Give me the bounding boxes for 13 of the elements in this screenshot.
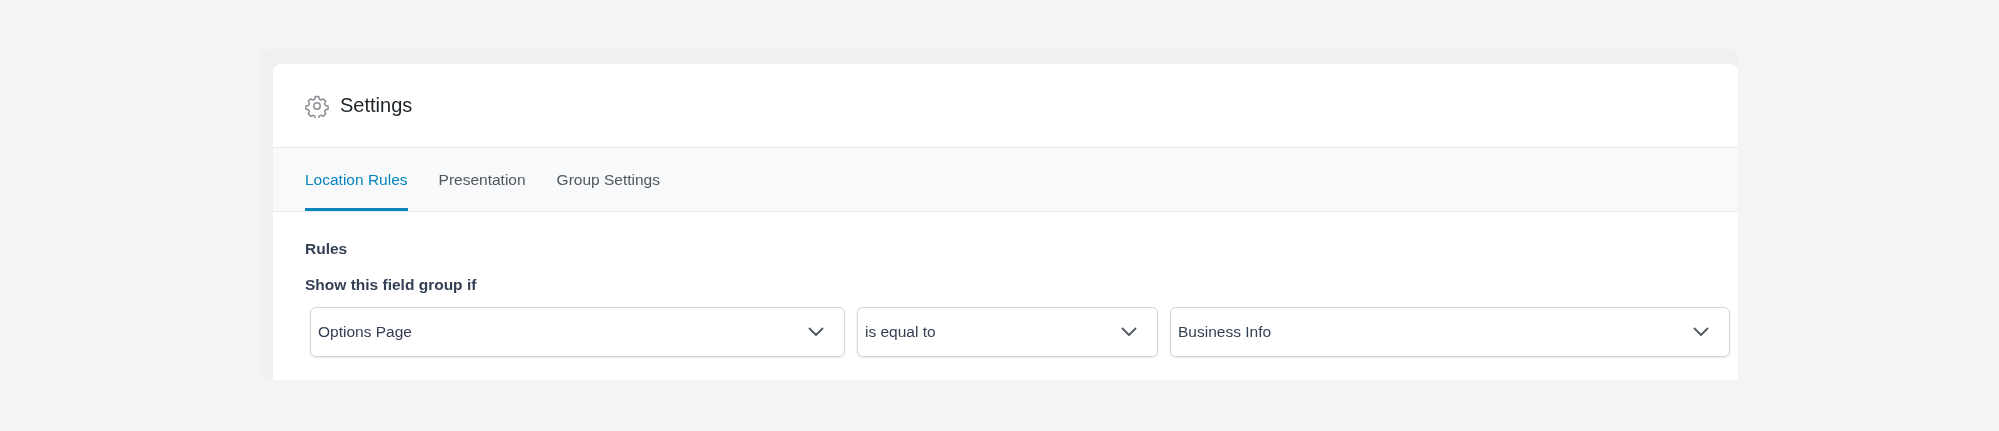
rules-heading: Rules (305, 240, 349, 258)
tab[interactable]: Presentation (438, 148, 526, 211)
chevron-down-icon (1693, 327, 1709, 337)
select-field[interactable]: is equal to (857, 307, 1158, 357)
tab[interactable]: Group Settings (556, 148, 660, 211)
tab[interactable]: Location Rules (305, 148, 408, 211)
condition-label: Show this field group if (305, 276, 478, 294)
chevron-down-icon (1121, 327, 1137, 337)
panel-title: Settings (340, 94, 413, 117)
settings-icon (305, 93, 329, 118)
select-field[interactable]: Options Page (310, 307, 845, 357)
select-field[interactable]: Business Info (1170, 307, 1730, 357)
chevron-down-icon (808, 327, 824, 337)
